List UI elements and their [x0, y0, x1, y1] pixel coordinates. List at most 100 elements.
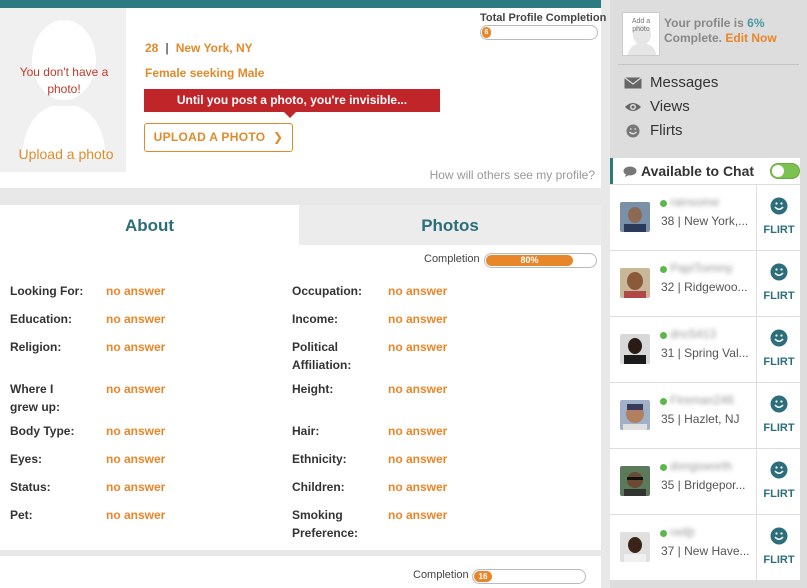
field-value-occupation[interactable]: no answer — [388, 282, 447, 300]
avatar — [620, 400, 650, 430]
field-label-education: Education: — [10, 312, 72, 326]
field-value-pet[interactable]: no answer — [106, 506, 165, 524]
sidebar-item-label: Views — [650, 98, 690, 115]
flirt-button[interactable]: FLIRT — [756, 317, 800, 382]
about-completion: Completion 80% — [424, 252, 599, 268]
chat-user-row[interactable]: PapiTommy 32 | Ridgewoo... FLIRT — [610, 251, 800, 316]
chat-user-row[interactable]: nelljr 37 | New Have... FLIRT — [610, 515, 800, 580]
field-label-grew-up: Where I grew up: — [10, 382, 60, 414]
chat-user-row[interactable]: dongsworth 35 | Bridgepor... FLIRT — [610, 449, 800, 514]
toggle-knob — [772, 165, 784, 177]
online-indicator — [660, 200, 667, 207]
online-indicator — [660, 266, 667, 273]
age: 28 — [145, 41, 159, 55]
seeking-text: Female seeking Male — [145, 66, 265, 80]
about-completion-label: Completion — [424, 253, 480, 265]
tab-photos[interactable]: Photos — [299, 205, 601, 245]
chat-bubble-icon — [623, 166, 637, 177]
field-value-children[interactable]: no answer — [388, 478, 447, 496]
upload-photo-button[interactable]: UPLOAD A PHOTO ❯ — [144, 123, 293, 152]
flirt-label: FLIRT — [763, 290, 795, 302]
available-to-chat-header: Available to Chat — [610, 158, 800, 184]
flirt-button[interactable]: FLIRT — [756, 515, 800, 580]
envelope-icon — [624, 76, 642, 88]
field-value-smoking[interactable]: no answer — [388, 506, 447, 524]
chat-username: PapiTommy — [670, 261, 733, 275]
online-indicator — [660, 464, 667, 471]
chat-username: rainsome — [670, 195, 720, 209]
field-value-hair[interactable]: no answer — [388, 422, 447, 440]
flirt-button[interactable]: FLIRT — [756, 185, 800, 250]
profile-card: You don't have a photo! Upload a photo 2… — [0, 8, 607, 188]
eye-icon — [625, 102, 641, 111]
bottom-completion-label: Completion — [413, 569, 469, 581]
avatar — [620, 466, 650, 496]
field-label-occupation: Occupation: — [292, 284, 363, 298]
upload-photo-link[interactable]: Upload a photo — [8, 146, 124, 162]
field-value-status[interactable]: no answer — [106, 478, 165, 496]
upload-photo-button-label: UPLOAD A PHOTO — [153, 130, 266, 144]
field-value-eyes[interactable]: no answer — [106, 450, 165, 468]
smiley-icon — [770, 197, 788, 215]
field-value-looking-for[interactable]: no answer — [106, 282, 165, 300]
sidebar-item-messages[interactable]: Messages — [624, 74, 718, 91]
field-value-education[interactable]: no answer — [106, 310, 165, 328]
tab-about[interactable]: About — [0, 205, 299, 245]
sidebar-item-label: Flirts — [650, 122, 683, 139]
sidebar-item-flirts[interactable]: Flirts — [624, 122, 683, 139]
add-photo-thumbnail[interactable]: Add a photo — [622, 12, 660, 56]
chat-username: Fireman246 — [670, 393, 735, 407]
sidebar-item-views[interactable]: Views — [624, 98, 690, 115]
chat-user-row[interactable]: Fireman246 35 | Hazlet, NJ FLIRT — [610, 383, 800, 448]
photo-placeholder[interactable]: You don't have a photo! Upload a photo — [0, 8, 126, 172]
profile-pct-value: 6% — [747, 16, 765, 30]
field-value-height[interactable]: no answer — [388, 380, 447, 398]
chat-username: dongsworth — [670, 459, 733, 473]
field-label-body-type: Body Type: — [10, 424, 75, 438]
edit-now-link[interactable]: Edit Now — [725, 31, 776, 45]
field-label-height: Height: — [292, 382, 334, 396]
chat-user-row[interactable]: dnc5413 31 | Spring Val... FLIRT — [610, 317, 800, 382]
avatar — [620, 202, 650, 232]
field-label-looking-for: Looking For: — [10, 284, 84, 298]
field-label-income: Income: — [292, 312, 339, 326]
chat-user-row[interactable]: rainsome 38 | New York,... FLIRT — [610, 185, 800, 250]
total-completion-label: Total Profile Completion — [480, 12, 607, 24]
field-label-pet: Pet: — [10, 508, 33, 522]
next-section-card: Completion 16 — [0, 556, 601, 588]
field-value-ethnicity[interactable]: no answer — [388, 450, 447, 468]
field-value-religion[interactable]: no answer — [106, 338, 165, 356]
field-label-children: Children: — [292, 480, 345, 494]
total-completion-bar: 6 — [480, 25, 598, 40]
flirt-button[interactable]: FLIRT — [756, 251, 800, 316]
field-label-smoking: Smoking Preference: — [292, 508, 359, 540]
field-label-ethnicity: Ethnicity: — [292, 452, 347, 466]
chat-user-info: 32 | Ridgewoo... — [661, 280, 748, 294]
flirt-label: FLIRT — [763, 488, 795, 500]
chat-user-info: 38 | New York,... — [661, 214, 749, 228]
location: New York, NY — [175, 41, 253, 55]
sidebar-item-label: Messages — [650, 74, 719, 91]
field-value-body-type[interactable]: no answer — [106, 422, 165, 440]
chat-availability-toggle[interactable] — [770, 163, 800, 179]
bottom-completion-bar: 16 — [472, 569, 586, 584]
how-others-see-link[interactable]: How will others see my profile? — [430, 168, 595, 182]
avatar — [620, 268, 650, 298]
field-value-income[interactable]: no answer — [388, 310, 447, 328]
smiley-icon — [770, 329, 788, 347]
field-label-hair: Hair: — [292, 424, 320, 438]
flirt-button[interactable]: FLIRT — [756, 383, 800, 448]
total-profile-completion: Total Profile Completion 6 — [480, 12, 607, 40]
flirt-label: FLIRT — [763, 356, 795, 368]
field-label-eyes: Eyes: — [10, 452, 43, 466]
field-value-grew-up[interactable]: no answer — [106, 380, 165, 398]
flirt-label: FLIRT — [763, 422, 795, 434]
field-label-political: Political Affiliation: — [292, 340, 352, 372]
field-label-religion: Religion: — [10, 340, 62, 354]
flirt-button[interactable]: FLIRT — [756, 449, 800, 514]
smiley-icon — [770, 461, 788, 479]
online-indicator — [660, 530, 667, 537]
field-value-political[interactable]: no answer — [388, 338, 447, 356]
profile-is-text: Your profile is — [664, 16, 744, 30]
complete-text: Complete. — [664, 31, 723, 45]
